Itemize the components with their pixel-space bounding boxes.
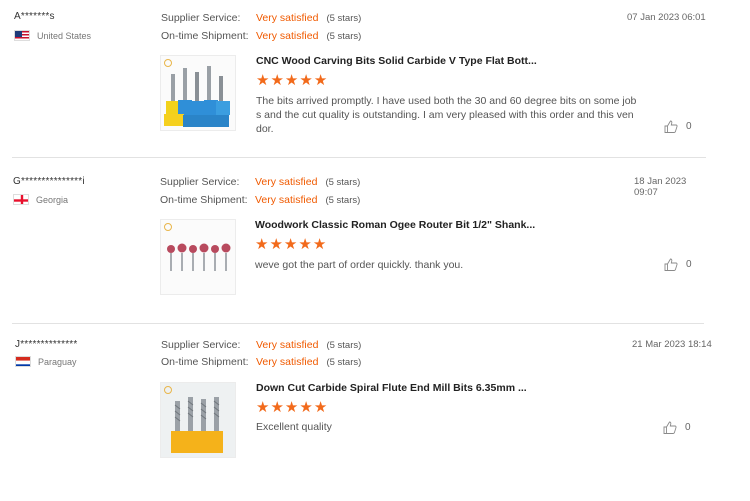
review-item: J************** Paraguay Supplier Servic… [0, 328, 712, 488]
us-flag-icon [14, 30, 30, 41]
product-thumbnail[interactable] [160, 382, 236, 458]
star-icon: ★ [283, 236, 298, 253]
buyer-name: G***************i [13, 176, 85, 187]
supplier-service-value: Very satisfied [256, 12, 319, 24]
supplier-service-rating: Supplier Service: Very satisfied (5 star… [160, 176, 360, 188]
review-text: weve got the part of order quickly. than… [255, 258, 463, 272]
helpful-count: 0 [685, 422, 691, 433]
product-thumbnail[interactable] [160, 219, 236, 295]
ontime-shipment-value: Very satisfied [256, 356, 319, 368]
buyer-name: A*******s [14, 11, 55, 22]
ontime-shipment-label: On-time Shipment: [161, 30, 249, 42]
supplier-service-value: Very satisfied [255, 176, 318, 188]
thumbs-up-icon [664, 120, 678, 133]
country-name: Paraguay [38, 356, 77, 367]
supplier-service-value: Very satisfied [256, 339, 319, 351]
ontime-shipment-rating: On-time Shipment: Very satisfied (5 star… [160, 194, 360, 206]
star-icon: ★ [270, 399, 284, 416]
review-divider [12, 157, 706, 158]
buyer-name: J************** [15, 339, 78, 350]
review-item: G***************i Georgia Supplier Servi… [0, 164, 712, 324]
review-text-line: Excellent quality [256, 421, 332, 433]
review-text-line: The bits arrived promptly. I have used b… [256, 95, 637, 107]
star-icon: ★ [299, 72, 313, 89]
helpful-button[interactable]: 0 [664, 258, 692, 271]
end-mill-bits-image [161, 383, 235, 457]
supplier-service-label: Supplier Service: [160, 176, 240, 188]
thumbs-up-icon [664, 258, 678, 271]
product-title-link[interactable]: CNC Wood Carving Bits Solid Carbide V Ty… [256, 55, 537, 67]
supplier-service-stars: (5 stars) [326, 12, 362, 24]
review-date: 07 Jan 2023 06:01 [627, 12, 706, 23]
review-stars: ★ ★ ★ ★ ★ [256, 400, 327, 415]
georgia-flag-icon [13, 194, 29, 205]
product-title-link[interactable]: Down Cut Carbide Spiral Flute End Mill B… [256, 382, 527, 394]
star-icon: ★ [284, 399, 299, 416]
ontime-shipment-rating: On-time Shipment: Very satisfied (5 star… [161, 30, 361, 42]
supplier-service-label: Supplier Service: [161, 339, 241, 351]
router-bits-image [161, 220, 235, 294]
review-divider [12, 323, 704, 324]
buyer-country: Paraguay [15, 356, 77, 367]
review-date: 18 Jan 2023 09:07 [634, 176, 687, 198]
review-text: Excellent quality [256, 420, 332, 434]
review-item: A*******s United States Supplier Service… [0, 0, 712, 157]
review-text-line: s and the cut quality is outstanding. I … [256, 109, 634, 121]
supplier-service-rating: Supplier Service: Very satisfied (5 star… [161, 12, 361, 24]
country-name: Georgia [36, 194, 69, 205]
star-icon: ★ [256, 399, 270, 416]
review-text-line: dor. [256, 123, 274, 135]
review-stars: ★ ★ ★ ★ ★ [256, 73, 327, 88]
review-text: The bits arrived promptly. I have used b… [256, 94, 636, 136]
helpful-button[interactable]: 0 [664, 120, 692, 133]
ontime-shipment-label: On-time Shipment: [161, 356, 249, 368]
ontime-shipment-stars: (5 stars) [325, 194, 361, 206]
paraguay-flag-icon [15, 356, 31, 367]
star-icon: ★ [313, 72, 328, 89]
product-title-link[interactable]: Woodwork Classic Roman Ogee Router Bit 1… [255, 219, 535, 231]
ontime-shipment-rating: On-time Shipment: Very satisfied (5 star… [161, 356, 361, 368]
helpful-button[interactable]: 0 [663, 421, 691, 434]
supplier-service-stars: (5 stars) [325, 176, 361, 188]
review-text-line: weve got the part of order quickly. than… [255, 259, 464, 271]
star-icon: ★ [298, 236, 312, 253]
supplier-service-rating: Supplier Service: Very satisfied (5 star… [161, 339, 361, 351]
supplier-service-stars: (5 stars) [326, 339, 362, 351]
star-icon: ★ [256, 72, 270, 89]
product-thumbnail[interactable] [160, 55, 236, 131]
helpful-count: 0 [686, 259, 692, 270]
helpful-count: 0 [686, 121, 692, 132]
ontime-shipment-stars: (5 stars) [326, 30, 362, 42]
ontime-shipment-value: Very satisfied [256, 30, 319, 42]
thumbs-up-icon [663, 421, 677, 434]
carving-bits-image [161, 56, 235, 130]
star-icon: ★ [312, 236, 327, 253]
star-icon: ★ [255, 236, 269, 253]
buyer-country: Georgia [13, 194, 68, 205]
star-icon: ★ [313, 399, 328, 416]
star-icon: ★ [284, 72, 299, 89]
star-icon: ★ [269, 236, 283, 253]
supplier-service-label: Supplier Service: [161, 12, 241, 24]
ontime-shipment-stars: (5 stars) [326, 356, 362, 368]
review-stars: ★ ★ ★ ★ ★ [255, 237, 326, 252]
star-icon: ★ [270, 72, 284, 89]
review-date: 21 Mar 2023 18:14 [632, 339, 712, 350]
ontime-shipment-value: Very satisfied [255, 194, 318, 206]
buyer-country: United States [14, 30, 91, 41]
star-icon: ★ [299, 399, 313, 416]
ontime-shipment-label: On-time Shipment: [160, 194, 248, 206]
country-name: United States [37, 30, 92, 41]
